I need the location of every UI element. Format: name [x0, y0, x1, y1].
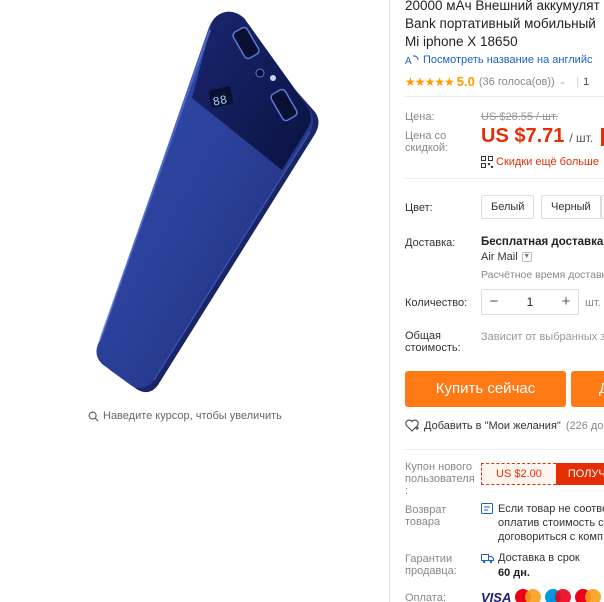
discount-price-label-2: скидкой: — [405, 142, 449, 154]
more-discounts-link[interactable]: Скидки ещё больше — [481, 156, 599, 168]
returns-line-2: оплатив стоимость с — [498, 517, 604, 529]
mastercard-logo-icon — [515, 589, 542, 602]
shipping-time: Расчётное время доставк — [481, 269, 604, 281]
quantity-unit: шт. ( — [585, 297, 604, 309]
price-label: Цена: — [405, 111, 435, 123]
search-icon — [88, 411, 99, 422]
zoom-hint: Наведите курсор, чтобы увеличить — [88, 410, 282, 422]
return-box-icon — [481, 503, 493, 514]
translate-link-text[interactable]: Посмотреть название на английс — [423, 54, 592, 66]
color-option-black[interactable]: Черный — [541, 195, 601, 219]
translate-link[interactable]: A Посмотреть название на английс — [405, 54, 592, 66]
coupon-label-3: : — [405, 485, 409, 497]
quantity-label: Количество: — [405, 297, 468, 309]
total-label-2: стоимость: — [405, 342, 461, 354]
quantity-plus-button[interactable]: + — [554, 290, 578, 314]
divider — [405, 178, 604, 179]
rating-stars-icon: ★★★★★ — [405, 74, 455, 89]
price-amount: US $7.71 — [481, 125, 565, 147]
guarantee-label-1: Гарантии — [405, 553, 453, 565]
svg-text:A: A — [405, 56, 412, 66]
wishlist-text[interactable]: Добавить в "Мои желания" — [424, 420, 561, 432]
current-price: US $7.71 / шт. — [481, 125, 593, 148]
returns-label-2: товара — [405, 516, 441, 528]
payment-methods: VISA — [481, 589, 602, 602]
guarantee-text: Доставка в срок — [498, 552, 580, 564]
quantity-minus-button[interactable]: − — [482, 290, 506, 314]
coupon-label-1: Купон нового — [405, 461, 473, 473]
color-label: Цвет: — [405, 202, 433, 214]
returns-text: Если товар не соотве оплатив стоимость с… — [498, 502, 604, 544]
power-bank-product-image[interactable]: 88 — [60, 0, 350, 400]
card-logo-icon — [575, 589, 602, 602]
maestro-logo-icon — [545, 589, 572, 602]
quantity-stepper[interactable]: − 1 + — [481, 289, 579, 315]
delivery-truck-icon — [481, 554, 494, 564]
rating-value: 5.0 — [456, 74, 475, 89]
add-to-wishlist[interactable]: Добавить в "Мои желания" (226 до — [405, 419, 603, 432]
total-value: Зависит от выбранных з — [481, 331, 604, 343]
shipping-main: Бесплатная доставка в — [481, 236, 604, 248]
zoom-hint-text: Наведите курсор, чтобы увеличить — [103, 410, 282, 422]
separator: | — [576, 75, 580, 88]
add-to-cart-button[interactable]: Д — [571, 371, 604, 407]
guarantee-label-2: продавца: — [405, 565, 457, 577]
total-label-1: Общая — [405, 330, 441, 342]
color-option-white[interactable]: Белый — [481, 195, 535, 219]
chevron-down-icon[interactable]: ⌄ — [559, 76, 567, 87]
divider — [405, 96, 604, 97]
title-line-2: Bank портативный мобильный — [405, 16, 596, 31]
old-price: US $28.55 / шт. — [481, 111, 558, 123]
title-line-3: Mi iphone X 18650 — [405, 34, 518, 49]
coupon-get-button[interactable]: ПОЛУЧ — [555, 463, 604, 485]
payment-label: Оплата: — [405, 592, 446, 602]
buy-now-button[interactable]: Купить сейчас — [405, 371, 566, 407]
price-unit: / шт. — [569, 131, 594, 145]
rating-row[interactable]: ★★★★★ 5.0 (36 голоса(ов)) ⌄ | 1 — [405, 74, 589, 89]
coupon-value: US $2.00 — [481, 463, 556, 485]
returns-line-3: договориться с комп — [498, 531, 603, 543]
heart-add-icon — [405, 419, 419, 432]
translate-icon: A — [405, 55, 419, 66]
quantity-input[interactable]: 1 — [506, 295, 554, 309]
shipping-method[interactable]: Air Mail — [481, 251, 518, 263]
coupon-label-2: пользователя — [405, 473, 475, 485]
guarantee-days: 60 дн. — [498, 567, 530, 579]
svg-text:88: 88 — [212, 93, 229, 110]
chevron-down-icon[interactable]: ▼ — [521, 252, 532, 262]
pane-divider — [389, 0, 390, 602]
shipping-method-select[interactable]: Air Mail ▼ — [481, 251, 532, 263]
shipping-label: Доставка: — [405, 237, 456, 249]
more-discounts-text[interactable]: Скидки ещё больше — [496, 156, 599, 168]
returns-line-1: Если товар не соотве — [498, 503, 604, 515]
divider — [405, 449, 604, 450]
new-user-coupon[interactable]: US $2.00 ПОЛУЧ — [481, 463, 604, 485]
wishlist-count: (226 до — [565, 419, 604, 432]
product-gallery: 88 Наведите курсор, чтобы увеличить — [0, 0, 390, 602]
product-info: 20000 мАч Внешний аккумулят Bank портати… — [405, 0, 604, 602]
qr-code-icon — [481, 156, 493, 168]
returns-label-1: Возврат — [405, 504, 447, 516]
title-line-1: 20000 мАч Внешний аккумулят — [405, 0, 600, 13]
visa-logo-icon: VISA — [481, 589, 512, 602]
rating-votes[interactable]: (36 голоса(ов)) — [479, 76, 555, 88]
orders-count: 1 — [583, 75, 590, 88]
discount-price-label-1: Цена со — [405, 130, 447, 142]
product-title: 20000 мАч Внешний аккумулят Bank портати… — [405, 0, 600, 51]
